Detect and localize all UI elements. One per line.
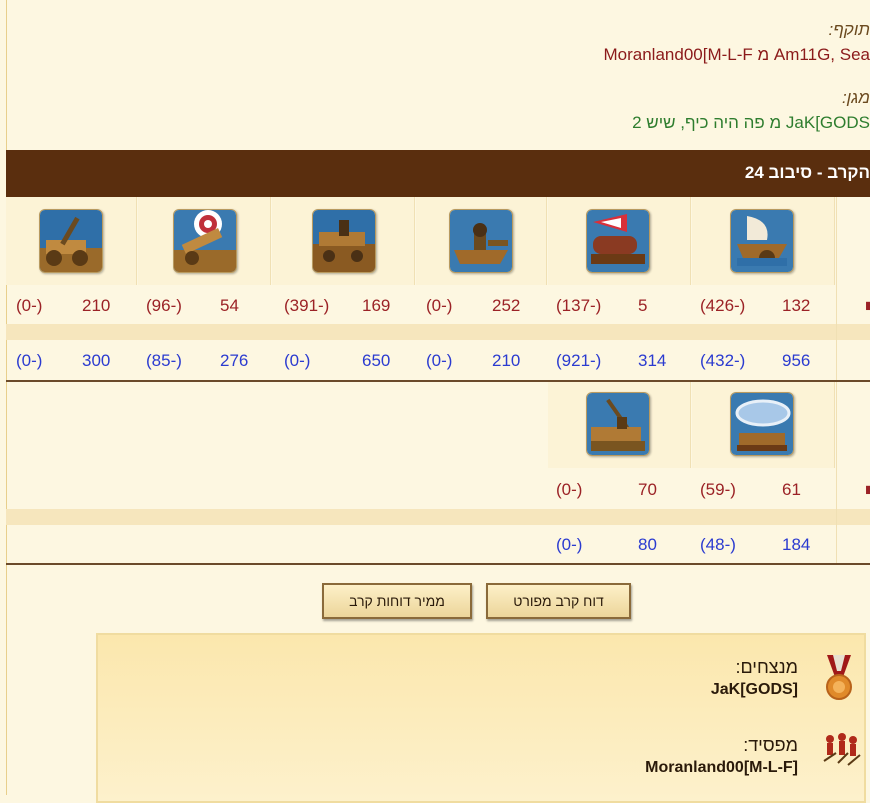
unit-cell-ram-ship (416, 197, 547, 285)
attacker-count: 252 (492, 296, 520, 316)
attacker-loss: (96-) (146, 296, 182, 316)
units-grid-row-1: (0-) 210 (0-) 300 (96-) 54 (85-) 276 (39… (6, 197, 870, 382)
fire-ship-icon[interactable] (586, 209, 650, 273)
fallen-soldiers-icon (820, 731, 862, 776)
defender-count: 650 (362, 351, 390, 371)
attacker-loss: (137-) (556, 296, 601, 316)
row-stripe (6, 509, 870, 525)
section-separator (6, 563, 870, 565)
units-grid-row-2: (0-) 70 (0-) 80 (59-) 61 (48-) 184 ■ (6, 382, 870, 564)
attacker-count: 61 (782, 480, 801, 500)
winners-name: JaK[GODS] (711, 681, 798, 699)
attacker-loss: (391-) (284, 296, 329, 316)
attacker-loss: (59-) (700, 480, 736, 500)
attacker-label: תוקף: (828, 20, 870, 40)
row-label-marker: ■ (865, 480, 870, 500)
ram-ship-icon[interactable] (449, 209, 513, 273)
unit-cell-catapult (6, 197, 137, 285)
attacker-count: 70 (638, 480, 657, 500)
defender-count: 184 (782, 535, 810, 555)
defender-label: מגן: (842, 88, 870, 108)
attacker-count: 54 (220, 296, 239, 316)
row-stripe (6, 324, 870, 340)
unit-cell-crane-ship (548, 382, 691, 468)
defender-count: 956 (782, 351, 810, 371)
defender-loss: (0-) (426, 351, 452, 371)
attacker-count: 5 (638, 296, 647, 316)
detailed-report-button[interactable]: דוח קרב מפורט (486, 583, 631, 619)
loser-name: Moranland00[M-L-F] (645, 759, 798, 777)
attacker-count: 210 (82, 296, 110, 316)
battle-title-bar: הקרב - סיבוב 24 (6, 150, 870, 197)
defender-count: 210 (492, 351, 520, 371)
mortar-ship-icon[interactable] (312, 209, 376, 273)
convert-reports-button[interactable]: ממיר דוחות קרב (322, 583, 472, 619)
crane-ship-icon[interactable] (586, 392, 650, 456)
defender-count: 314 (638, 351, 666, 371)
defender-loss: (0-) (556, 535, 582, 555)
defender-loss: (432-) (700, 351, 745, 371)
catapult-icon[interactable] (39, 209, 103, 273)
battle-result-panel: מנצחים: JaK[GODS] מפסיד: Moranland00[M-L… (96, 633, 866, 803)
medal-icon (823, 655, 855, 708)
defender-loss: (48-) (700, 535, 736, 555)
row-label-marker: ■ (865, 296, 870, 316)
loser-label: מפסיד: (743, 735, 798, 756)
defender-loss: (921-) (556, 351, 601, 371)
unit-cell-balloon-carrier (692, 382, 835, 468)
attacker-loss: (0-) (426, 296, 452, 316)
row-label-column: ■ (836, 382, 870, 564)
attacker-count: 169 (362, 296, 390, 316)
unit-cell-fire-ship (548, 197, 691, 285)
unit-cell-paddle-ship (692, 197, 835, 285)
unit-cell-mortar-ship (272, 197, 415, 285)
row-label-column: ■ (836, 197, 870, 382)
attacker-text: Am11G, Sea מ Moranland00[M-L-F (604, 45, 870, 65)
defender-count: 80 (638, 535, 657, 555)
attacker-count: 132 (782, 296, 810, 316)
defender-loss: (0-) (284, 351, 310, 371)
defender-count: 276 (220, 351, 248, 371)
defender-loss: (85-) (146, 351, 182, 371)
paddle-ship-icon[interactable] (730, 209, 794, 273)
attacker-loss: (426-) (700, 296, 745, 316)
defender-count: 300 (82, 351, 110, 371)
defender-loss: (0-) (16, 351, 42, 371)
defender-text: JaK[GODS מ פה היה כיף, שיש 2 (632, 113, 870, 133)
battle-title: הקרב - סיבוב 24 (745, 163, 870, 183)
balloon-carrier-icon[interactable] (730, 392, 794, 456)
attacker-loss: (0-) (16, 296, 42, 316)
attacker-loss: (0-) (556, 480, 582, 500)
winners-label: מנצחים: (735, 657, 798, 678)
unit-cell-ballista (138, 197, 271, 285)
ballista-icon[interactable] (173, 209, 237, 273)
